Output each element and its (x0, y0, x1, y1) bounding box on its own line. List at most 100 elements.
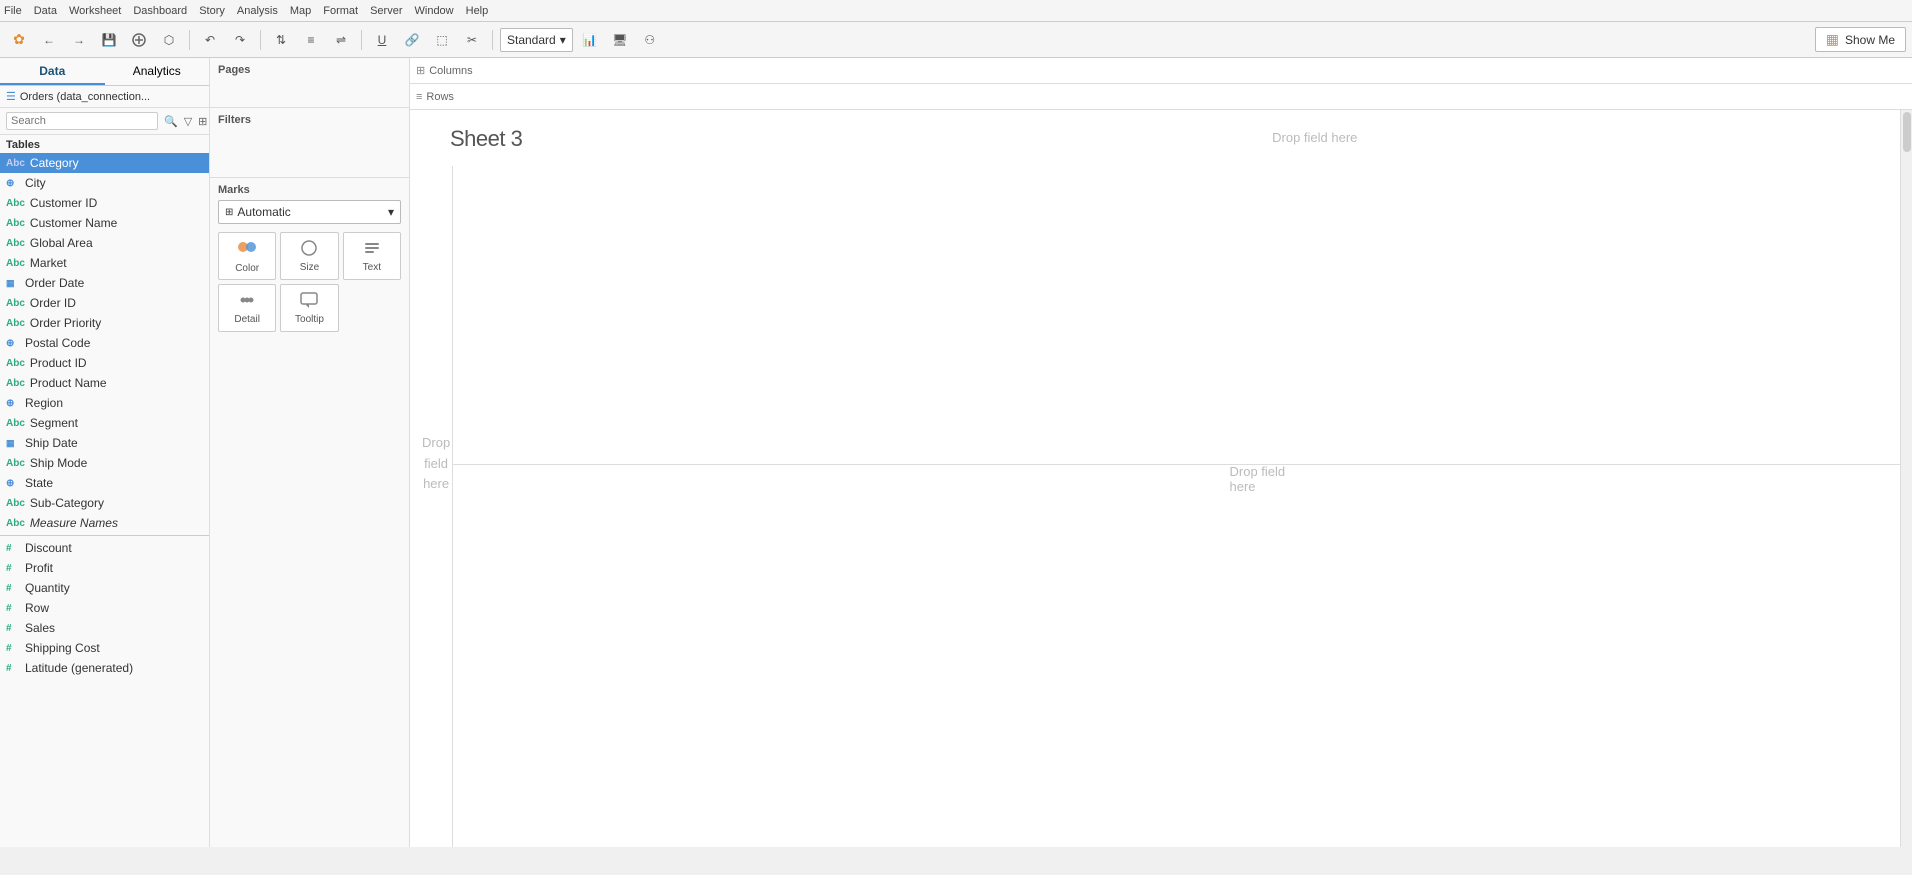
pages-label: Pages (218, 64, 401, 76)
field-type-icon: # (6, 603, 20, 614)
grid-view-icon[interactable]: ⊞ (196, 114, 209, 129)
field-name: State (25, 476, 53, 490)
main-layout: Data Analytics ☰ Orders (data_connection… (0, 58, 1912, 847)
marks-type-dropdown[interactable]: ⊞ Automatic ▾ (218, 200, 401, 224)
split-button[interactable]: ✂ (459, 27, 485, 53)
mark-tooltip-button[interactable]: Tooltip (280, 284, 338, 332)
underline-button[interactable]: U (369, 27, 395, 53)
menu-story[interactable]: Story (199, 5, 225, 17)
sort-cols-button[interactable]: ⇌ (328, 27, 354, 53)
size-icon (298, 239, 320, 260)
field-item-latitude[interactable]: # Latitude (generated) (0, 658, 209, 678)
field-item-sales[interactable]: # Sales (0, 618, 209, 638)
menu-window[interactable]: Window (415, 5, 454, 17)
menu-dashboard[interactable]: Dashboard (133, 5, 187, 17)
menu-data[interactable]: Data (34, 5, 57, 17)
rows-shelf[interactable]: ≡ Rows (410, 84, 1912, 110)
field-type-icon: Abc (6, 198, 25, 209)
field-item-ship-mode[interactable]: Abc Ship Mode (0, 453, 209, 473)
menu-map[interactable]: Map (290, 5, 311, 17)
field-name: Customer ID (30, 196, 97, 210)
columns-icon: ⊞ (416, 64, 425, 77)
drop-text-3: here (422, 474, 450, 495)
field-item-row[interactable]: # Row (0, 598, 209, 618)
field-item-order-id[interactable]: Abc Order ID (0, 293, 209, 313)
sort-asc-button[interactable]: ⇅ (268, 27, 294, 53)
rows-drop-zone[interactable] (496, 84, 1906, 109)
search-icon[interactable]: 🔍 (162, 114, 180, 129)
monitor-button[interactable]: 🖥 (607, 27, 633, 53)
field-item-region[interactable]: ⊕ Region (0, 393, 209, 413)
back-button[interactable]: ← (36, 27, 62, 53)
menu-help[interactable]: Help (466, 5, 489, 17)
field-item-market[interactable]: Abc Market (0, 253, 209, 273)
columns-shelf[interactable]: ⊞ Columns (410, 58, 1912, 84)
detail-label: Detail (234, 314, 260, 325)
show-me-label: Show Me (1845, 33, 1895, 47)
field-item-segment[interactable]: Abc Segment (0, 413, 209, 433)
viz-type-dropdown[interactable]: Standard ▾ (500, 28, 573, 52)
menu-worksheet[interactable]: Worksheet (69, 5, 121, 17)
field-item-customer-id[interactable]: Abc Customer ID (0, 193, 209, 213)
save-button[interactable]: 💾 (96, 27, 122, 53)
mark-size-button[interactable]: Size (280, 232, 338, 280)
field-item-ship-date[interactable]: ▦ Ship Date (0, 433, 209, 453)
sort-rows-button[interactable]: ≡ (298, 27, 324, 53)
tab-data[interactable]: Data (0, 58, 105, 85)
show-me-button[interactable]: ▦ Show Me (1815, 27, 1906, 52)
field-type-icon: # (6, 663, 20, 674)
data-source-icon: ☰ (6, 90, 16, 103)
field-item-product-name[interactable]: Abc Product Name (0, 373, 209, 393)
share-button[interactable]: ⚇ (637, 27, 663, 53)
field-type-icon: Abc (6, 378, 25, 389)
undo-button[interactable]: ↶ (197, 27, 223, 53)
sheet-title: Sheet 3 (450, 126, 522, 152)
redo-button[interactable]: ↷ (227, 27, 253, 53)
field-item-product-id[interactable]: Abc Product ID (0, 353, 209, 373)
link-button[interactable]: 🔗 (399, 27, 425, 53)
field-item-order-date[interactable]: ▦ Order Date (0, 273, 209, 293)
bar-chart-button[interactable]: 📊 (577, 27, 603, 53)
field-name: Product Name (30, 376, 107, 390)
mark-detail-button[interactable]: Detail (218, 284, 276, 332)
field-item-global-area[interactable]: Abc Global Area (0, 233, 209, 253)
columns-drop-zone[interactable] (496, 58, 1906, 83)
filter-icon[interactable]: ▽ (182, 114, 194, 129)
mark-text-button[interactable]: Text (343, 232, 401, 280)
field-list: Abc Category ⊕ City Abc Customer ID Abc … (0, 153, 209, 847)
field-name: Quantity (25, 581, 70, 595)
marks-type-arrow: ▾ (388, 205, 394, 219)
field-item-quantity[interactable]: # Quantity (0, 578, 209, 598)
add-datasource-button[interactable] (126, 27, 152, 53)
mark-color-button[interactable]: Color (218, 232, 276, 280)
field-item-order-priority[interactable]: Abc Order Priority (0, 313, 209, 333)
search-input[interactable] (6, 112, 158, 130)
menu-server[interactable]: Server (370, 5, 402, 17)
scroll-thumb[interactable] (1903, 112, 1911, 152)
field-item-measure-names[interactable]: Abc Measure Names (0, 513, 209, 533)
field-item-state[interactable]: ⊕ State (0, 473, 209, 493)
field-type-icon: Abc (6, 158, 25, 169)
field-item-postal-code[interactable]: ⊕ Postal Code (0, 333, 209, 353)
menu-file[interactable]: File (4, 5, 22, 17)
tab-analytics[interactable]: Analytics (105, 58, 210, 85)
scrollbar-vertical[interactable] (1900, 110, 1912, 847)
menu-format[interactable]: Format (323, 5, 358, 17)
group-button[interactable]: ⬚ (429, 27, 455, 53)
data-source-row[interactable]: ☰ Orders (data_connection... (0, 86, 209, 108)
field-item-shipping-cost[interactable]: # Shipping Cost (0, 638, 209, 658)
menu-analysis[interactable]: Analysis (237, 5, 278, 17)
field-item-city[interactable]: ⊕ City (0, 173, 209, 193)
tableau-logo: ✿ (6, 27, 32, 53)
middle-panel: Pages Filters Marks ⊞ Automatic ▾ (210, 58, 410, 847)
forward-button[interactable]: → (66, 27, 92, 53)
field-item-profit[interactable]: # Profit (0, 558, 209, 578)
copy-button[interactable]: ⬡ (156, 27, 182, 53)
field-item-sub-category[interactable]: Abc Sub-Category (0, 493, 209, 513)
field-type-icon: Abc (6, 418, 25, 429)
field-item-discount[interactable]: # Discount (0, 538, 209, 558)
show-me-icon: ▦ (1826, 31, 1839, 48)
field-item-customer-name[interactable]: Abc Customer Name (0, 213, 209, 233)
field-item-category[interactable]: Abc Category (0, 153, 209, 173)
field-type-icon: Abc (6, 358, 25, 369)
